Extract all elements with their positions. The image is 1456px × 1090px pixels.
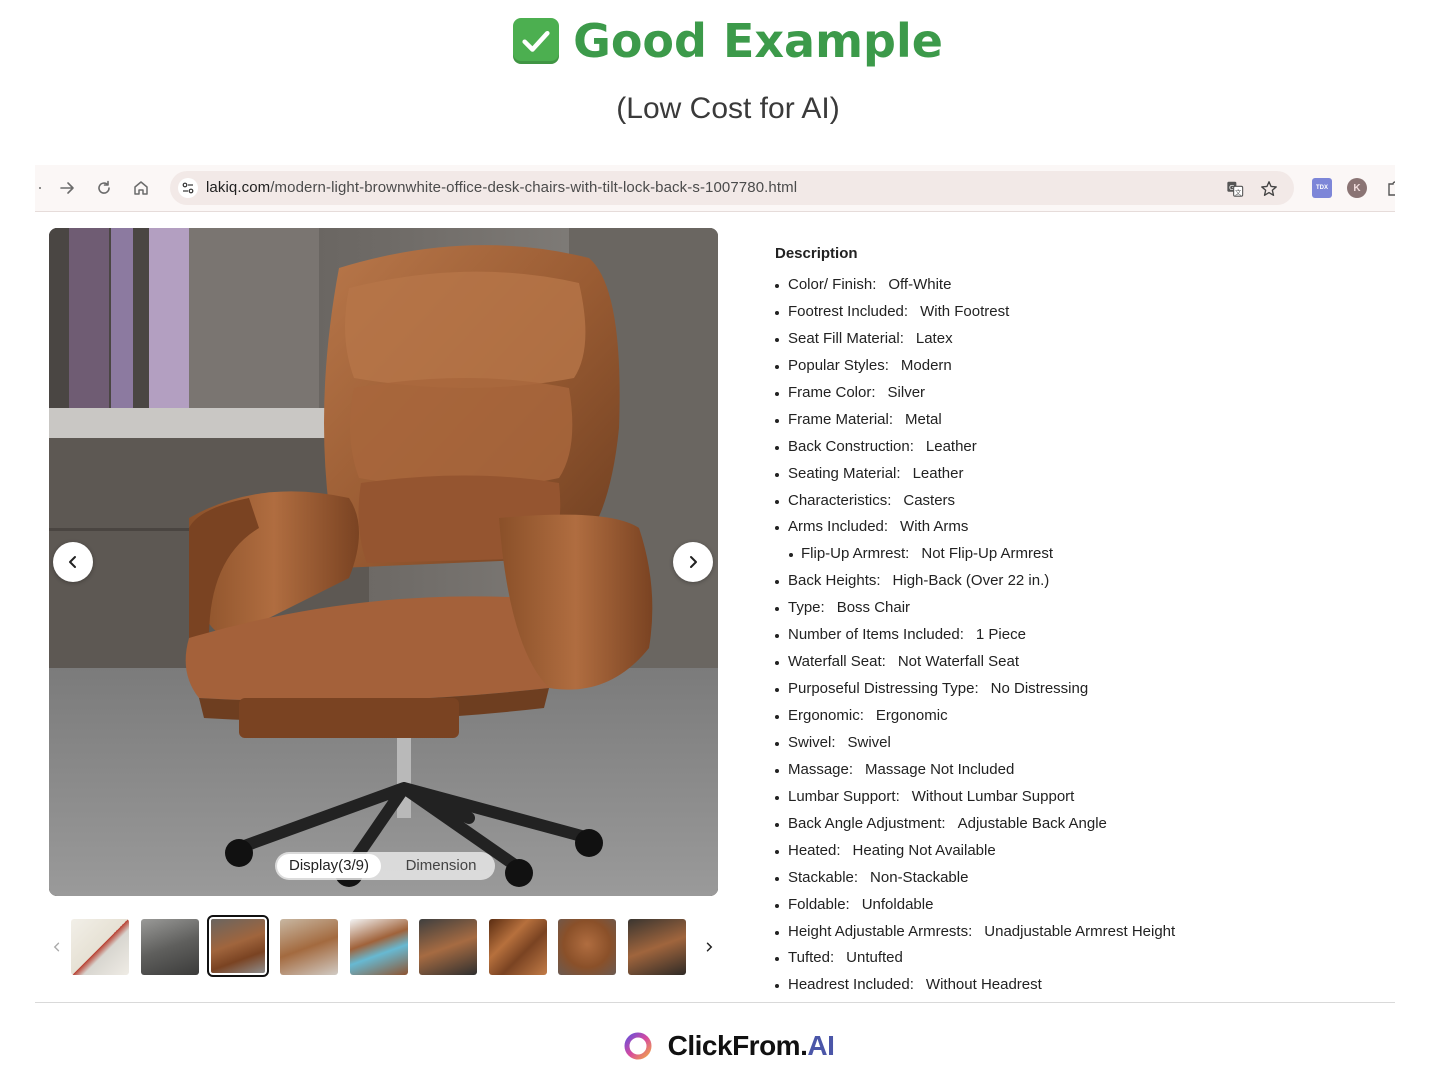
spec-item: Tufted: Untufted [775,949,1375,976]
thumbnail-strip [49,915,718,979]
spec-item: Back Construction: Leather [775,438,1375,465]
product-main-image[interactable]: Display(3/9) Dimension [49,228,718,896]
brand-accent: AI [807,1030,835,1061]
spec-item: Purposeful Distressing Type: No Distressi… [775,680,1375,707]
thumbnail-5[interactable] [350,919,408,975]
svg-text:文: 文 [1235,187,1242,196]
spec-item: Frame Material: Metal [775,411,1375,438]
address-bar[interactable]: lakiq.com/modern-light-brownwhite-office… [170,171,1294,205]
description-heading: Description [775,245,858,262]
forward-icon[interactable] [55,176,79,200]
site-settings-icon[interactable] [178,178,198,198]
reload-icon[interactable] [92,176,116,200]
url-host: lakiq.com [206,179,271,196]
spec-item: Frame Color: Silver [775,384,1375,411]
translate-icon[interactable]: G文 [1224,178,1246,200]
spec-item: Number of Items Included: 1 Piece [775,626,1375,653]
subtitle: (Low Cost for AI) [616,92,840,125]
spec-item: Back Angle Adjustment: Adjustable Back An… [775,815,1375,842]
spec-item: Seat Fill Material: Latex [775,330,1375,357]
spec-item: Swivel: Swivel [775,734,1375,761]
extensions-puzzle-icon[interactable] [1385,178,1395,198]
page-title: Good Example [513,14,943,68]
description-list: Color/ Finish: Off-White Footrest Include… [775,276,1375,1003]
url-text[interactable]: lakiq.com/modern-light-brownwhite-office… [206,179,797,196]
chevron-right-icon [706,942,713,952]
headline: Good Example [0,14,1456,68]
spec-item: Height Adjustable Armrests: Unadjustable … [775,923,1375,950]
brand-main: ClickFrom. [667,1030,808,1061]
spec-item: Massage: Massage Not Included [775,761,1375,788]
spec-item: Back Heights: High-Back (Over 22 in.) [775,572,1375,599]
check-mark-button-icon [513,18,560,64]
thumbs-next-button[interactable] [701,937,717,957]
spec-item-nested: Flip-Up Armrest: Not Flip-Up Armrest [775,545,1375,572]
browser-toolbar: lakiq.com/modern-light-brownwhite-office… [35,165,1395,212]
chevron-right-icon [690,556,697,568]
prev-image-button[interactable] [53,542,93,582]
thumbnail-4[interactable] [280,919,338,975]
chevron-left-icon [69,556,76,568]
thumbnail-6[interactable] [419,919,477,975]
home-icon[interactable] [129,176,153,200]
footer-divider [35,1002,1395,1003]
clickfrom-ring-icon [624,1032,652,1060]
spec-item: Characteristics: Casters [775,492,1375,519]
brand-logo-text: ClickFrom.AI [622,1030,835,1062]
spec-item: Heated: Heating Not Available [775,842,1375,869]
bookmark-star-icon[interactable] [1258,178,1280,200]
thumbnail-2[interactable] [141,919,199,975]
chevron-left-icon [53,942,60,952]
spec-item: Arms Included: With Arms [775,518,1375,545]
thumbs-prev-button[interactable] [49,937,65,957]
thumbnail-1[interactable] [71,919,129,975]
extension-tdx-icon[interactable]: TDX [1312,178,1332,198]
view-toggle: Display(3/9) Dimension [275,852,495,880]
dimension-tab[interactable]: Dimension [393,852,489,880]
spec-item: Foldable: Unfoldable [775,896,1375,923]
spec-item: Lumbar Support: Without Lumbar Support [775,788,1375,815]
spec-item: Footrest Included: With Footrest [775,303,1375,330]
url-path: /modern-light-brownwhite-office-desk-cha… [270,179,798,196]
back-icon[interactable] [25,176,49,200]
thumbnail-8[interactable] [558,919,616,975]
spec-item: Color/ Finish: Off-White [775,276,1375,303]
footer: ClickFrom.AI [0,1030,1456,1067]
spec-item: Popular Styles: Modern [775,357,1375,384]
next-image-button[interactable] [673,542,713,582]
spec-item: Stackable: Non-Stackable [775,869,1375,896]
thumbnail-7[interactable] [489,919,547,975]
thumbnail-3-selected[interactable] [207,915,269,977]
thumbnail-9[interactable] [628,919,686,975]
spec-item: Seating Material: Leather [775,465,1375,492]
title-text: Good Example [573,14,943,68]
office-chair-photo [49,228,718,896]
spec-item: Ergonomic: Ergonomic [775,707,1375,734]
spec-item: Type: Boss Chair [775,599,1375,626]
spec-item: Headrest Included: Without Headrest [775,976,1375,1003]
spec-item: Waterfall Seat: Not Waterfall Seat [775,653,1375,680]
display-tab[interactable]: Display(3/9) [277,854,381,878]
profile-avatar-icon[interactable]: K [1347,178,1367,198]
